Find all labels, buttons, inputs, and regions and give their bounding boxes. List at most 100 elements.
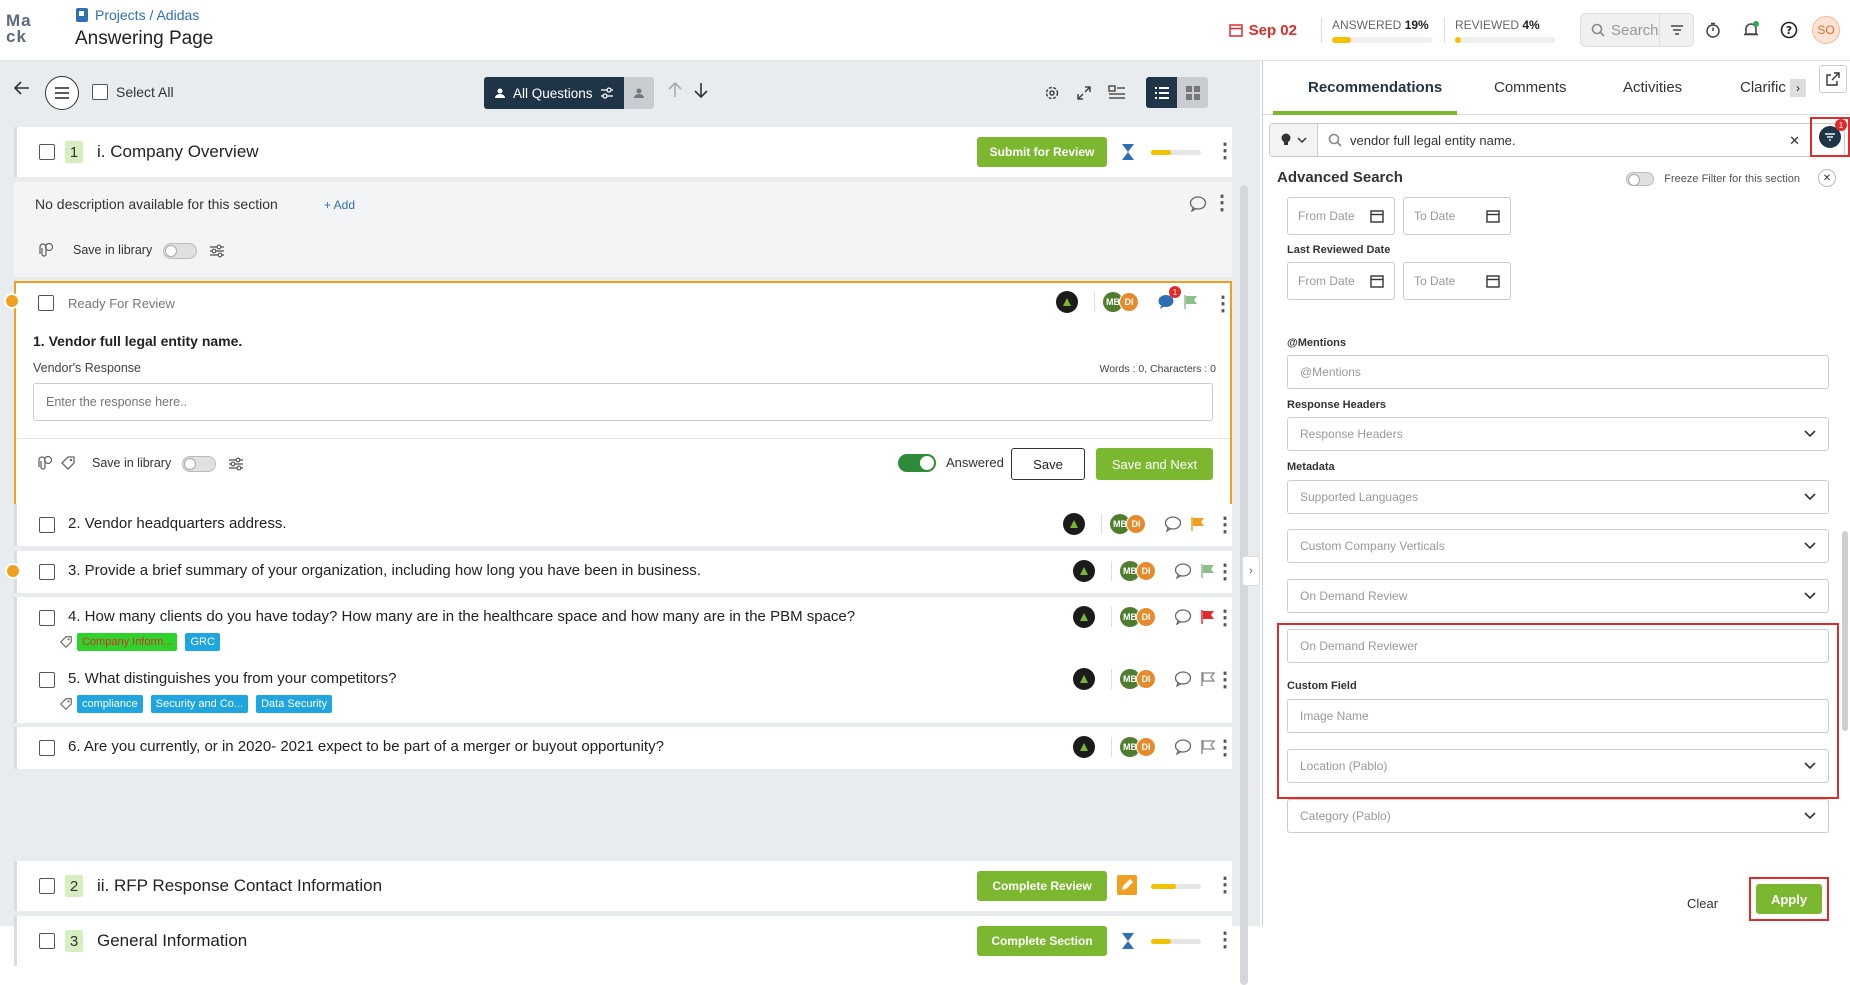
comment-button[interactable]: 1 — [1157, 286, 1181, 310]
flag-icon[interactable] — [1200, 609, 1216, 625]
sliders-icon[interactable] — [209, 243, 225, 259]
tag-chip[interactable]: GRC — [185, 633, 220, 651]
app-logo[interactable]: Ma ck — [6, 12, 46, 45]
timer-button[interactable] — [1694, 22, 1732, 38]
save-in-library-toggle[interactable] — [182, 456, 216, 472]
comment-icon[interactable] — [1174, 563, 1192, 579]
on-demand-review-select[interactable]: On Demand Review — [1287, 579, 1829, 613]
question-checkbox[interactable] — [39, 564, 55, 580]
question-checkbox[interactable] — [39, 672, 55, 688]
collapse-panel-handle[interactable]: › — [1242, 556, 1260, 586]
comment-icon[interactable] — [1189, 196, 1207, 212]
back-button[interactable] — [14, 81, 30, 95]
question-text[interactable]: 5. What distinguishes you from your comp… — [68, 670, 396, 687]
tag-chip[interactable]: Data Security — [256, 695, 333, 713]
open-external-button[interactable] — [1819, 65, 1847, 93]
global-search[interactable]: Search — [1580, 13, 1660, 47]
ai-logo-icon[interactable] — [1073, 560, 1095, 582]
comment-icon[interactable] — [1174, 739, 1192, 755]
settings-icon[interactable] — [1044, 85, 1060, 101]
response-headers-select[interactable]: Response Headers — [1287, 417, 1829, 451]
comment-icon[interactable] — [1164, 516, 1182, 532]
assigned-user-filter[interactable] — [623, 77, 654, 109]
all-questions-button[interactable]: All Questions — [484, 77, 624, 109]
apply-button[interactable]: Apply — [1756, 884, 1822, 914]
add-description-link[interactable]: + Add — [324, 198, 355, 212]
assignees[interactable]: MB DI — [1111, 737, 1156, 757]
flag-icon[interactable] — [1183, 294, 1199, 310]
question-text[interactable]: 2. Vendor headquarters address. — [68, 515, 286, 532]
question-text[interactable]: 6. Are you currently, or in 2020- 2021 e… — [68, 738, 664, 755]
save-button[interactable]: Save — [1011, 448, 1085, 480]
ai-logo-icon[interactable] — [1073, 606, 1095, 628]
expand-icon[interactable] — [1076, 85, 1092, 101]
complete-review-button[interactable]: Complete Review — [977, 871, 1107, 901]
advanced-filter-button[interactable]: 1 — [1810, 117, 1850, 157]
select-all-checkbox[interactable] — [92, 84, 108, 100]
category-select[interactable]: Category (Pablo) — [1287, 799, 1829, 833]
custom-verticals-select[interactable]: Custom Company Verticals — [1287, 529, 1829, 563]
breadcrumb[interactable]: Projects / Adidas — [75, 7, 199, 23]
arrow-down-icon[interactable] — [694, 82, 708, 98]
assignees[interactable]: MB DI — [1111, 561, 1156, 581]
question-filter[interactable]: All Questions — [484, 77, 654, 109]
question-text[interactable]: 4. How many clients do you have today? H… — [68, 608, 855, 625]
edit-icon[interactable] — [1117, 875, 1137, 895]
global-filter-button[interactable] — [1660, 13, 1694, 47]
reviewed-to-date-input[interactable]: To Date — [1403, 262, 1511, 300]
grid-view-button[interactable] — [1177, 77, 1208, 108]
sliders-icon[interactable] — [228, 456, 244, 472]
reviewed-from-date-input[interactable]: From Date — [1287, 262, 1395, 300]
ai-logo-icon[interactable] — [1063, 513, 1085, 535]
question-checkbox[interactable] — [38, 295, 54, 311]
tag-icon[interactable] — [60, 455, 76, 471]
clear-button[interactable]: Clear — [1687, 896, 1718, 911]
list-view-button[interactable] — [1146, 77, 1177, 108]
from-date-input[interactable]: From Date — [1287, 197, 1395, 235]
attachment-icon[interactable] — [33, 455, 53, 471]
clear-search-icon[interactable]: ✕ — [1789, 133, 1800, 149]
assignees[interactable]: MB DI — [1101, 514, 1146, 534]
recommendation-search-input[interactable]: vendor full legal entity name. — [1318, 133, 1844, 148]
tag-chip[interactable]: compliance — [77, 695, 143, 713]
comment-icon[interactable] — [1174, 671, 1192, 687]
response-input[interactable] — [33, 383, 1213, 421]
layout-icon[interactable] — [1108, 84, 1126, 101]
ai-logo-icon[interactable] — [1073, 736, 1095, 758]
save-in-library-toggle[interactable] — [163, 243, 197, 259]
tabs-scroll-right[interactable]: › — [1790, 79, 1806, 97]
help-button[interactable]: ? — [1770, 21, 1808, 39]
attachment-icon[interactable] — [34, 242, 54, 258]
flag-outline-icon[interactable] — [1200, 739, 1216, 755]
search-mode-dropdown[interactable] — [1270, 124, 1318, 156]
assignees[interactable]: MB DI — [1094, 292, 1139, 312]
question-checkbox[interactable] — [39, 517, 55, 533]
question-checkbox[interactable] — [39, 740, 55, 756]
tab-recommendations[interactable]: Recommendations — [1308, 79, 1442, 96]
close-advanced-search[interactable]: ✕ — [1818, 169, 1836, 187]
section-checkbox[interactable] — [39, 144, 55, 160]
to-date-input[interactable]: To Date — [1403, 197, 1511, 235]
breadcrumb-text[interactable]: Projects / Adidas — [95, 7, 199, 23]
due-date[interactable]: Sep 02 — [1228, 22, 1297, 39]
panel-scrollbar[interactable] — [1842, 531, 1848, 731]
answered-toggle[interactable] — [898, 454, 936, 472]
submit-for-review-button[interactable]: Submit for Review — [977, 137, 1107, 167]
tag-chip[interactable]: Security and Co... — [150, 695, 249, 713]
tab-activities[interactable]: Activities — [1623, 79, 1682, 96]
comment-icon[interactable] — [1174, 609, 1192, 625]
question-text[interactable]: 3. Provide a brief summary of your organ… — [68, 562, 701, 579]
tag-chip[interactable]: Company Inform... — [77, 633, 178, 651]
complete-section-button[interactable]: Complete Section — [977, 926, 1107, 956]
notifications-button[interactable] — [1732, 21, 1770, 39]
ai-logo-icon[interactable] — [1056, 291, 1078, 313]
menu-button[interactable] — [45, 76, 79, 110]
ai-logo-icon[interactable] — [1073, 668, 1095, 690]
flag-icon[interactable] — [1190, 516, 1206, 532]
assignees[interactable]: MB DI — [1111, 607, 1156, 627]
mentions-input[interactable]: @Mentions — [1287, 355, 1829, 389]
tag-icon[interactable] — [59, 635, 73, 649]
question-checkbox[interactable] — [39, 610, 55, 626]
section-checkbox[interactable] — [39, 878, 55, 894]
flag-icon[interactable] — [1200, 563, 1216, 579]
